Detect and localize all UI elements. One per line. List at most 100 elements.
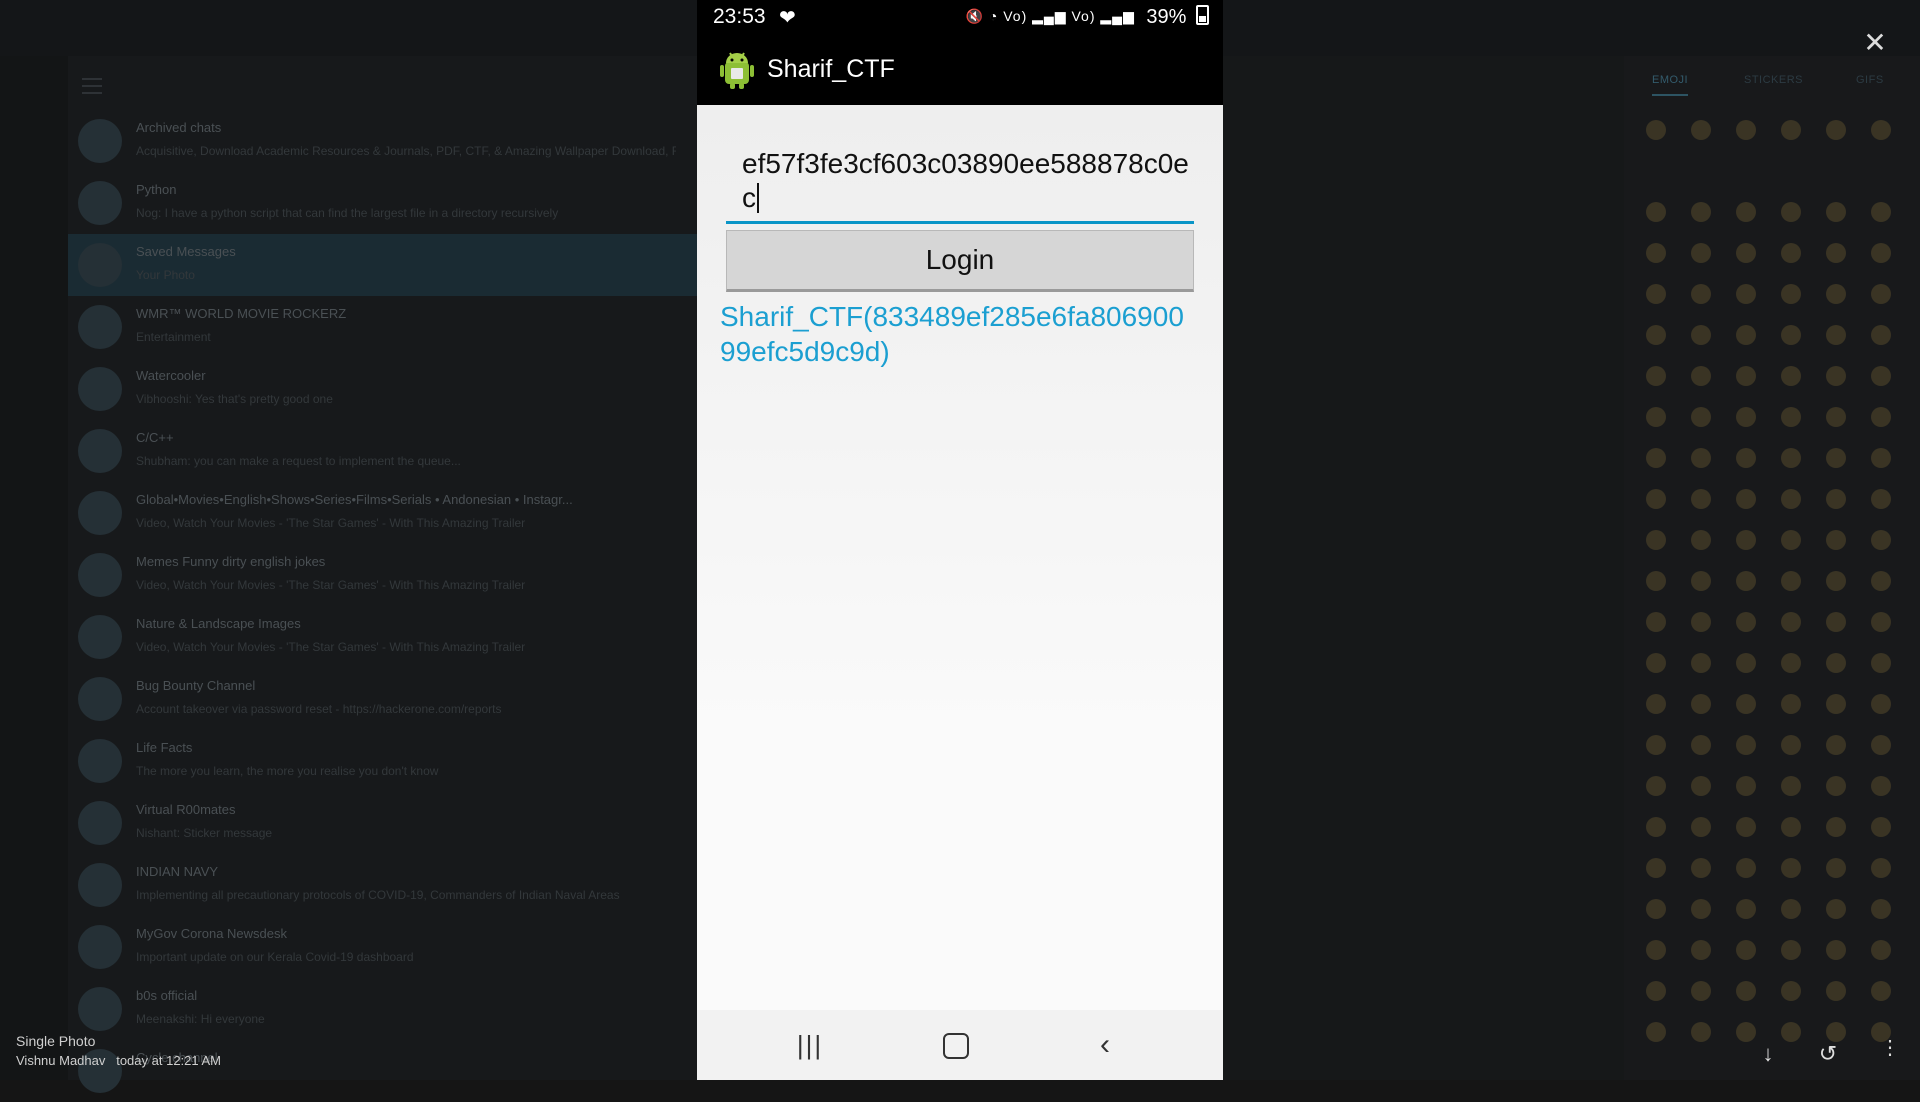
emoji-item[interactable] [1781,366,1801,386]
emoji-item[interactable] [1646,530,1666,550]
emoji-item[interactable] [1781,407,1801,427]
chat-list-item[interactable]: Python Nog: I have a python script that c… [68,172,698,234]
emoji-item[interactable] [1736,858,1756,878]
emoji-item[interactable] [1646,817,1666,837]
emoji-item[interactable] [1646,981,1666,1001]
emoji-item[interactable] [1736,202,1756,222]
emoji-item[interactable] [1781,325,1801,345]
emoji-item[interactable] [1871,407,1891,427]
chat-list-item[interactable]: INDIAN NAVY Implementing all precautionar… [68,854,698,916]
emoji-item[interactable] [1871,817,1891,837]
emoji-item[interactable] [1781,612,1801,632]
emoji-item[interactable] [1781,858,1801,878]
emoji-item[interactable] [1871,448,1891,468]
emoji-item[interactable] [1646,1022,1666,1042]
emoji-item[interactable] [1781,735,1801,755]
login-button[interactable]: Login [726,230,1194,292]
emoji-item[interactable] [1736,817,1756,837]
emoji-item[interactable] [1646,202,1666,222]
emoji-item[interactable] [1826,407,1846,427]
emoji-item[interactable] [1691,858,1711,878]
emoji-item[interactable] [1691,653,1711,673]
emoji-item[interactable] [1646,489,1666,509]
chat-list-item[interactable]: Virtual R00mates Nishant: Sticker message [68,792,698,854]
emoji-item[interactable] [1736,407,1756,427]
emoji-item[interactable] [1871,284,1891,304]
emoji-item[interactable] [1736,325,1756,345]
emoji-item[interactable] [1691,940,1711,960]
emoji-item[interactable] [1871,940,1891,960]
emoji-item[interactable] [1826,899,1846,919]
chat-list-item[interactable]: Nature & Landscape Images Video, Watch Yo… [68,606,698,668]
emoji-item[interactable] [1781,817,1801,837]
chat-list-item[interactable]: Global•Movies•English•Shows•Series•Films… [68,482,698,544]
emoji-item[interactable] [1736,571,1756,591]
chat-list-item[interactable]: Life Facts The more you learn, the more y… [68,730,698,792]
emoji-item[interactable] [1646,448,1666,468]
download-icon[interactable]: ↓ [1754,1040,1782,1068]
emoji-item[interactable] [1646,120,1666,140]
emoji-item[interactable] [1781,940,1801,960]
chat-list-item[interactable]: Archived chats Acquisitive, Download Acad… [68,110,698,172]
emoji-item[interactable] [1871,694,1891,714]
emoji-item[interactable] [1826,981,1846,1001]
emoji-item[interactable] [1736,284,1756,304]
emoji-item[interactable] [1736,940,1756,960]
emoji-item[interactable] [1781,899,1801,919]
emoji-item[interactable] [1781,571,1801,591]
emoji-item[interactable] [1781,448,1801,468]
emoji-item[interactable] [1871,612,1891,632]
emoji-item[interactable] [1826,653,1846,673]
emoji-item[interactable] [1781,489,1801,509]
emoji-item[interactable] [1871,120,1891,140]
emoji-item[interactable] [1736,981,1756,1001]
emoji-item[interactable] [1781,694,1801,714]
emoji-item[interactable] [1646,243,1666,263]
emoji-item[interactable] [1691,817,1711,837]
emoji-item[interactable] [1781,284,1801,304]
emoji-item[interactable] [1646,366,1666,386]
rotate-icon[interactable]: ↺ [1814,1040,1842,1068]
emoji-item[interactable] [1871,735,1891,755]
emoji-item[interactable] [1736,735,1756,755]
emoji-item[interactable] [1781,776,1801,796]
emoji-item[interactable] [1826,448,1846,468]
emoji-item[interactable] [1691,694,1711,714]
emoji-item[interactable] [1781,120,1801,140]
emoji-item[interactable] [1826,571,1846,591]
close-icon[interactable]: ✕ [1862,29,1888,57]
emoji-item[interactable] [1871,571,1891,591]
emoji-item[interactable] [1826,366,1846,386]
chat-list-item[interactable]: Bug Bounty Channel Account takeover via p… [68,668,698,730]
emoji-item[interactable] [1646,571,1666,591]
emoji-item[interactable] [1691,243,1711,263]
chat-list-item[interactable]: MyGov Corona Newsdesk Important update on… [68,916,698,978]
emoji-item[interactable] [1736,776,1756,796]
emoji-item[interactable] [1826,325,1846,345]
back-icon[interactable]: ‹ [1090,1030,1120,1060]
emoji-item[interactable] [1871,243,1891,263]
emoji-item[interactable] [1736,612,1756,632]
emoji-item[interactable] [1691,366,1711,386]
emoji-item[interactable] [1646,284,1666,304]
recent-apps-icon[interactable]: ||| [795,1030,825,1060]
emoji-item[interactable] [1781,243,1801,263]
chat-list-item[interactable]: Watercooler Vibhooshi: Yes that's pretty … [68,358,698,420]
emoji-item[interactable] [1646,776,1666,796]
emoji-item[interactable] [1691,407,1711,427]
emoji-item[interactable] [1646,407,1666,427]
emoji-item[interactable] [1826,489,1846,509]
home-icon[interactable] [943,1033,969,1059]
emoji-item[interactable] [1826,202,1846,222]
emoji-item[interactable] [1826,612,1846,632]
emoji-item[interactable] [1736,1022,1756,1042]
emoji-item[interactable] [1691,202,1711,222]
emoji-item[interactable] [1691,735,1711,755]
emoji-item[interactable] [1736,653,1756,673]
emoji-item[interactable] [1871,530,1891,550]
emoji-item[interactable] [1871,653,1891,673]
emoji-item[interactable] [1826,120,1846,140]
more-icon[interactable]: ⋮ [1876,1038,1904,1072]
emoji-item[interactable] [1871,325,1891,345]
emoji-item[interactable] [1691,981,1711,1001]
